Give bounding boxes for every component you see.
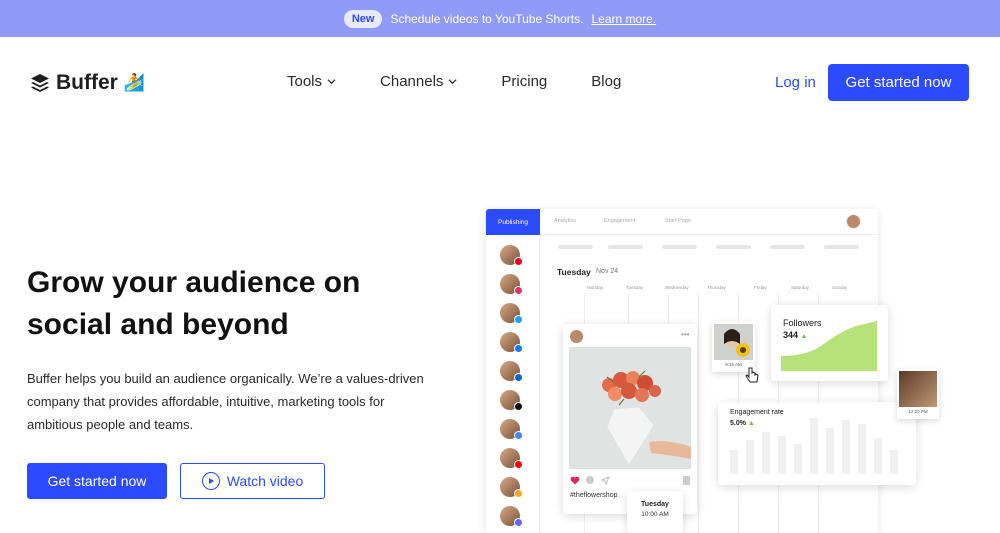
scheduled-day: Tuesday: [641, 501, 669, 508]
hand-cursor-icon: [745, 367, 759, 383]
calendar-date: Nov 24: [596, 268, 619, 275]
post-preview-card: ••• #theflowershop: [563, 324, 697, 514]
tab-start-page: Start Page: [665, 218, 691, 224]
thumbnail-image: [899, 371, 937, 407]
hero-headline: Grow your audience on social and beyond: [27, 266, 361, 341]
twitter-icon: [514, 315, 523, 324]
pinterest-icon: [514, 257, 523, 266]
login-link[interactable]: Log in: [775, 74, 816, 91]
linkedin-icon: [514, 373, 523, 382]
channel-avatar: [500, 390, 523, 411]
weekday-label: Sunday: [832, 285, 848, 290]
watch-video-label: Watch video: [226, 473, 304, 489]
weekday-label: Wednesday: [665, 285, 689, 290]
nav-tools-label: Tools: [287, 73, 323, 90]
comment-icon: [586, 476, 594, 484]
nav-pricing[interactable]: Pricing: [501, 73, 547, 90]
nav-tools[interactable]: Tools: [287, 73, 336, 90]
play-icon: [201, 472, 220, 490]
bookmark-icon: [683, 476, 690, 485]
thumbnail-time: 12:20 PM: [908, 409, 928, 414]
nav-blog[interactable]: Blog: [591, 73, 621, 90]
mastodon-icon: [514, 518, 523, 527]
channel-sidebar: [486, 235, 540, 533]
buffer-logo-icon: [31, 74, 49, 92]
youtube-icon: [514, 460, 523, 469]
watch-video-button[interactable]: Watch video: [180, 463, 325, 499]
calendar-day: Tuesday: [557, 267, 591, 277]
engagement-bar-chart: [730, 418, 898, 474]
followers-card: Followers 344 ▲: [771, 305, 888, 381]
post-thumbnail: 12:20 PM: [897, 369, 939, 419]
followers-growth-chart: [781, 321, 877, 371]
weekday-header: Monday Tuesday Wednesday Thursday Friday…: [557, 285, 857, 295]
chevron-down-icon: [448, 79, 457, 85]
tab-engagement: Engagement: [604, 218, 636, 224]
channel-avatar: [500, 448, 523, 469]
sunflower-portrait-image: [714, 324, 753, 360]
avatar: [846, 214, 861, 229]
engagement-card: Engagement rate 5.0% ▲: [718, 402, 916, 485]
weekday-label: Thursday: [707, 285, 726, 290]
surfer-emoji-icon: 🏄: [123, 73, 146, 92]
channel-avatar: [500, 245, 523, 266]
channel-avatar: [500, 506, 523, 527]
tab-publishing: Publishing: [486, 209, 540, 235]
nav-pricing-label: Pricing: [501, 73, 548, 90]
facebook-icon: [514, 344, 523, 353]
heart-icon: [570, 476, 580, 485]
engagement-label: Engagement rate: [730, 409, 784, 416]
announcement-text: Schedule videos to YouTube Shorts.: [390, 11, 584, 26]
weekday-label: Friday: [754, 285, 767, 290]
post-hashtag: #theflowershop: [570, 492, 618, 499]
new-badge: New: [343, 9, 383, 28]
chevron-down-icon: [327, 79, 336, 85]
tab-analytics: Analytics: [554, 218, 577, 224]
app-tabs: Publishing Analytics Engagement Start Pa…: [486, 209, 878, 235]
google-business-icon: [514, 431, 523, 440]
scheduled-time-card: Tuesday 10:00 AM: [627, 491, 683, 533]
flower-bouquet-image: [569, 347, 691, 469]
instagram-icon: [514, 286, 523, 295]
nav-channels-label: Channels: [380, 73, 444, 90]
channel-avatar: [500, 274, 523, 295]
nav-channels[interactable]: Channels: [380, 73, 457, 90]
weekday-label: Monday: [587, 285, 604, 290]
shop-icon: [514, 489, 523, 498]
nav-links: Tools Channels Pricing Blog: [287, 73, 665, 90]
share-icon: [601, 476, 610, 485]
more-icon: •••: [681, 330, 690, 339]
weekday-label: Tuesday: [626, 285, 644, 290]
channel-avatar: [500, 419, 523, 440]
announcement-bar: New Schedule videos to YouTube Shorts. L…: [0, 0, 1000, 37]
hero-subtext: Buffer helps you build an audience organ…: [27, 371, 424, 432]
channel-avatar: [500, 477, 523, 498]
channel-avatar: [500, 361, 523, 382]
nav-blog-label: Blog: [591, 73, 622, 90]
channel-avatar: [500, 303, 523, 324]
avatar: [570, 330, 583, 343]
get-started-nav-button[interactable]: Get started now: [828, 64, 969, 101]
learn-more-link[interactable]: Learn more.: [591, 12, 656, 26]
post-thumbnail: 9:15 AM: [712, 322, 755, 372]
channel-avatar: [500, 332, 523, 353]
brand-name: Buffer: [56, 71, 118, 94]
get-started-button[interactable]: Get started now: [27, 463, 167, 499]
tiktok-icon: [514, 402, 523, 411]
scheduled-time: 10:00 AM: [641, 511, 669, 518]
weekday-label: Saturday: [791, 285, 810, 290]
buffer-logo[interactable]: Buffer 🏄: [30, 71, 145, 95]
